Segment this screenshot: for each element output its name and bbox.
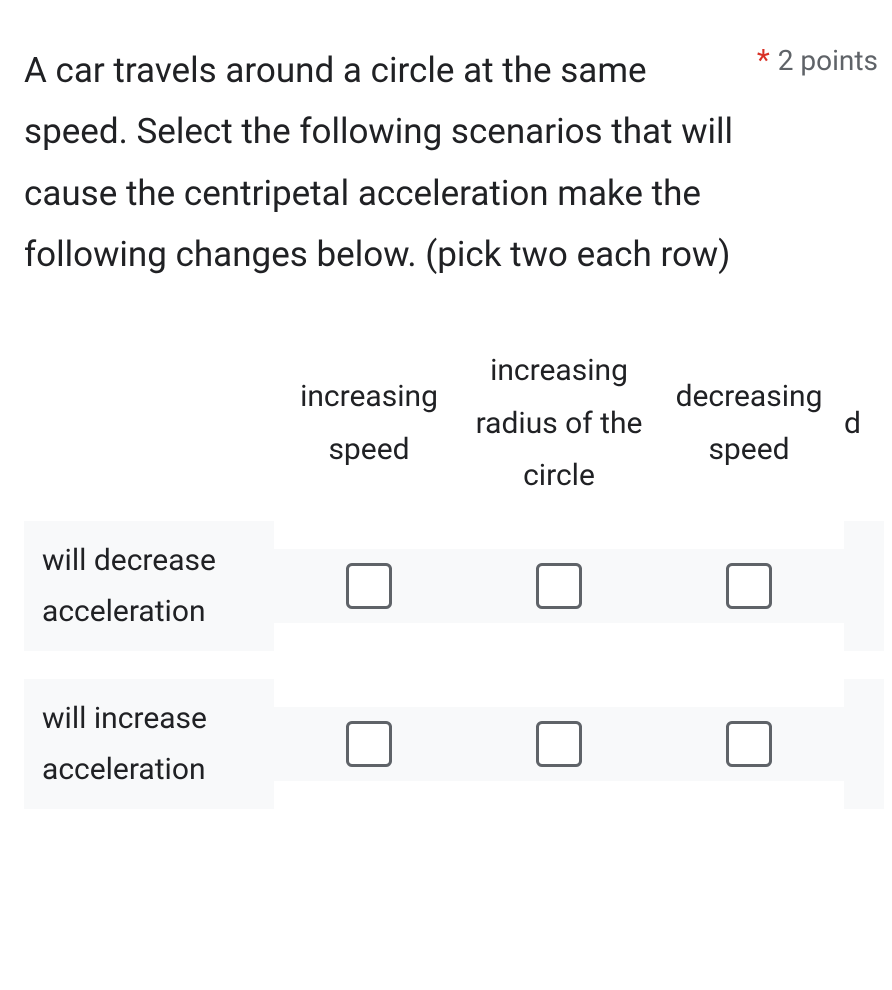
column-header: increasing radius of the circle xyxy=(464,345,654,521)
row-spacer xyxy=(654,651,844,679)
row-spacer xyxy=(24,651,274,679)
row-spacer xyxy=(464,651,654,679)
grid-cell xyxy=(654,707,844,781)
column-header-partial: d xyxy=(844,398,884,469)
row-spacer xyxy=(274,651,464,679)
points-label: 2 points xyxy=(778,47,878,75)
checkbox-grid: increasing speed increasing radius of th… xyxy=(24,345,868,809)
grid-cell-pad xyxy=(844,679,884,809)
checkbox[interactable] xyxy=(726,563,772,609)
required-asterisk: * xyxy=(757,46,770,76)
grid-cell xyxy=(654,549,844,623)
row-header: will increase acceleration xyxy=(24,679,274,809)
checkbox[interactable] xyxy=(346,721,392,767)
checkbox[interactable] xyxy=(346,563,392,609)
grid-cell xyxy=(464,549,654,623)
grid-cell xyxy=(464,707,654,781)
points-wrap: * 2 points xyxy=(757,40,878,76)
grid-cell xyxy=(274,707,464,781)
question-text: A car travels around a circle at the sam… xyxy=(24,40,737,285)
checkbox[interactable] xyxy=(536,563,582,609)
column-header: decreasing speed xyxy=(654,371,844,494)
checkbox[interactable] xyxy=(726,721,772,767)
row-spacer xyxy=(844,651,884,679)
grid-cell xyxy=(274,549,464,623)
checkbox[interactable] xyxy=(536,721,582,767)
question-header: A car travels around a circle at the sam… xyxy=(24,40,868,285)
form-question-card: A car travels around a circle at the sam… xyxy=(0,0,892,833)
row-header: will decrease acceleration xyxy=(24,521,274,651)
column-header: increasing speed xyxy=(274,371,464,494)
grid-cell-pad xyxy=(844,521,884,651)
